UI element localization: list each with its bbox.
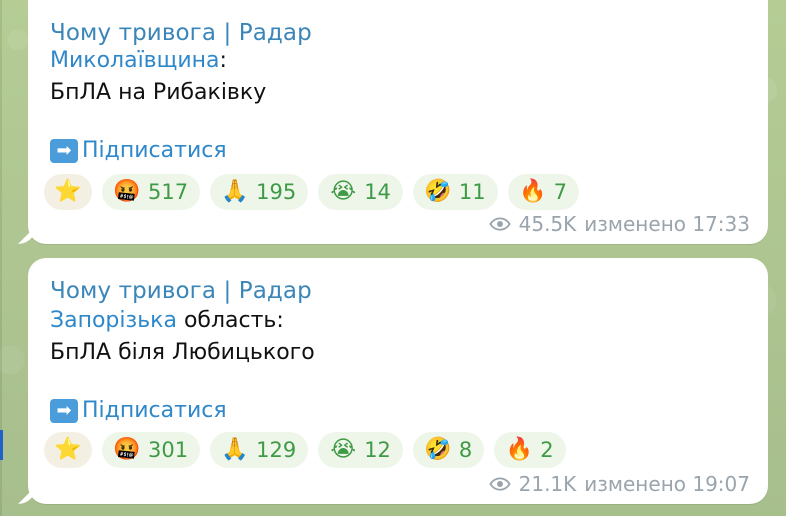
reaction-count: 129 (256, 438, 297, 462)
fire-icon: 🔥 (518, 179, 547, 204)
reaction-bar: ⭐ 🤬 517 🙏 195 😭 14 🤣 11 🔥 7 (44, 174, 580, 210)
edited-time: изменено 19:07 (584, 472, 750, 496)
reaction-count: 8 (458, 438, 473, 462)
message-channel-name[interactable]: Чому тривога | Радар (50, 20, 312, 46)
region-suffix: : (219, 48, 227, 73)
crying-face-icon: 😭 (330, 179, 357, 204)
region-link[interactable]: Миколаївщина (50, 48, 220, 73)
reaction-count: 517 (148, 180, 189, 204)
reaction-pray[interactable]: 🙏 129 (210, 432, 309, 468)
crying-face-icon: 😭 (330, 437, 357, 462)
message-channel-name[interactable]: Чому тривога | Радар (50, 278, 312, 304)
reaction-pray[interactable]: 🙏 195 (210, 174, 309, 210)
region-suffix: область: (176, 308, 284, 333)
subscribe-label: Підписатися (82, 138, 227, 163)
reaction-angry[interactable]: 🤬 301 (102, 432, 201, 468)
angry-face-icon: 🤬 (113, 437, 141, 462)
star-icon: ⭐ (54, 179, 82, 204)
view-count: 45.5K (518, 212, 577, 236)
reaction-crying[interactable]: 😭 14 (318, 174, 403, 210)
reaction-count: 7 (553, 180, 568, 204)
laughing-face-icon: 🤣 (424, 437, 452, 462)
left-edge-accent (0, 430, 3, 460)
eye-icon (488, 477, 511, 491)
region-link[interactable]: Запорізька (50, 308, 177, 333)
message-meta: 21.1K изменено 19:07 (488, 472, 750, 496)
fire-icon: 🔥 (505, 437, 533, 462)
reaction-laughing[interactable]: 🤣 11 (412, 174, 498, 210)
message-region-line: Миколаївщина: (50, 48, 227, 73)
laughing-face-icon: 🤣 (424, 179, 452, 204)
subscribe-link[interactable]: ➡ Підписатися (50, 138, 227, 163)
reaction-count: 11 (458, 180, 486, 204)
eye-icon (488, 217, 511, 231)
reaction-crying[interactable]: 😭 12 (318, 432, 403, 468)
reaction-angry[interactable]: 🤬 517 (102, 174, 201, 210)
reaction-laughing[interactable]: 🤣 8 (412, 432, 485, 468)
pray-icon: 🙏 (221, 437, 249, 462)
subscribe-label: Підписатися (82, 398, 227, 423)
view-count: 21.1K (518, 472, 577, 496)
message-body: БпЛА на Рибаківку (50, 80, 267, 105)
message-region-line: Запорізька область: (50, 308, 284, 333)
reaction-fire[interactable]: 🔥 2 (494, 432, 566, 468)
reaction-count: 14 (364, 180, 391, 204)
subscribe-link[interactable]: ➡ Підписатися (50, 398, 227, 423)
reaction-count: 2 (540, 438, 554, 462)
message-bubble-2[interactable]: Чому тривога | Радар Запорізька область:… (18, 258, 768, 504)
reaction-count: 301 (148, 438, 189, 462)
right-arrow-icon: ➡ (50, 398, 78, 423)
pray-icon: 🙏 (221, 179, 249, 204)
reaction-star[interactable]: ⭐ (44, 174, 92, 210)
right-arrow-icon: ➡ (50, 138, 78, 163)
edited-time: изменено 17:33 (584, 212, 750, 236)
message-body: БпЛА біля Любицького (50, 340, 315, 365)
reaction-count: 12 (364, 438, 391, 462)
reaction-fire[interactable]: 🔥 7 (507, 174, 580, 210)
star-icon: ⭐ (54, 437, 82, 462)
reaction-star[interactable]: ⭐ (44, 432, 92, 468)
reaction-count: 195 (256, 180, 297, 204)
message-meta: 45.5K изменено 17:33 (488, 212, 750, 236)
reaction-bar: ⭐ 🤬 301 🙏 129 😭 12 🤣 8 🔥 2 (44, 432, 566, 468)
angry-face-icon: 🤬 (113, 179, 141, 204)
message-bubble-1[interactable]: Чому тривога | Радар Миколаївщина: БпЛА … (18, 0, 768, 244)
